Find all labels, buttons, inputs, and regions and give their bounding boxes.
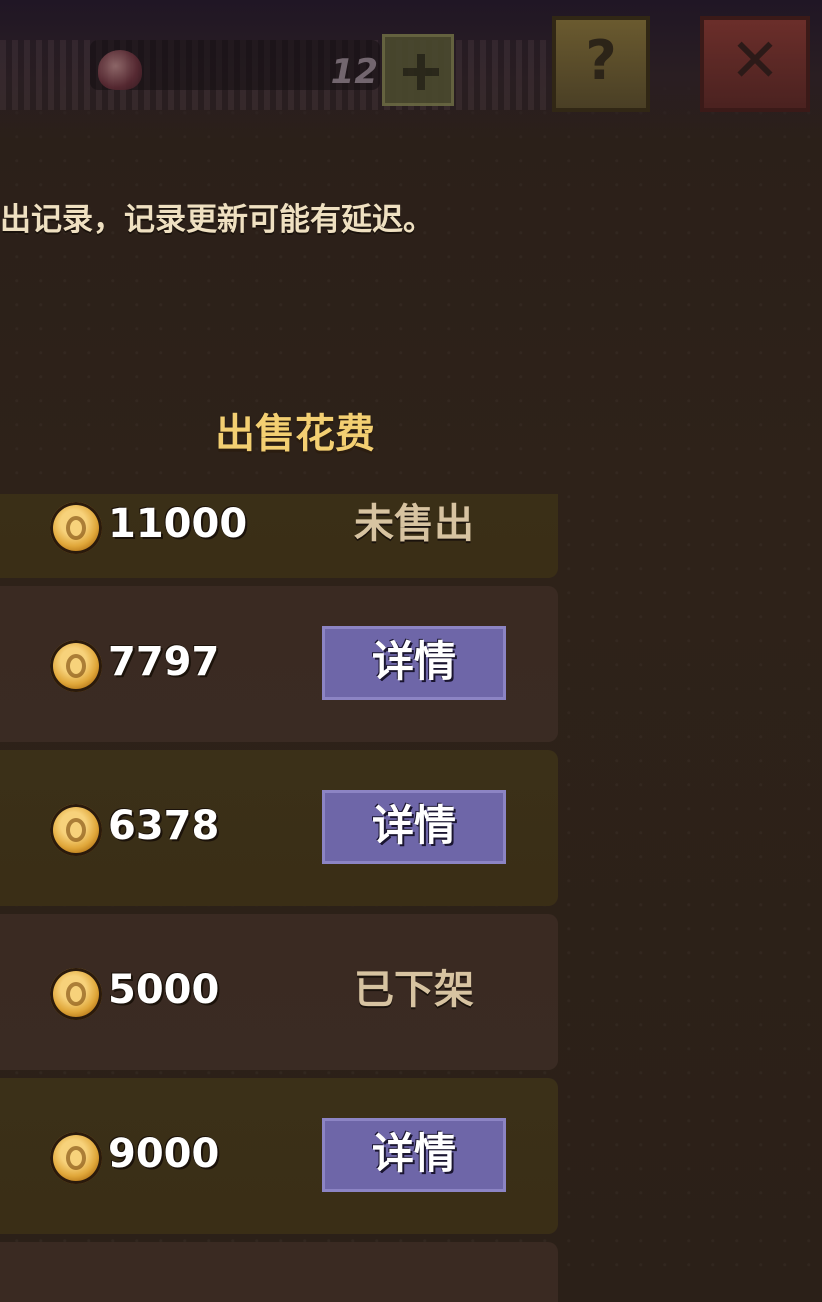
- heart-icon: [98, 50, 142, 90]
- help-button[interactable]: ?: [552, 16, 650, 112]
- list-item: 7797 详情: [0, 586, 558, 742]
- sale-record-list[interactable]: 11000 未售出 7797 详情 6378 详情 5000 已下架 9000 …: [0, 494, 560, 1279]
- resource-value: 12: [330, 52, 378, 92]
- coin-icon: [50, 502, 102, 554]
- list-item-partial: [0, 1242, 558, 1302]
- details-button[interactable]: 详情: [322, 626, 506, 700]
- price-value: 11000: [108, 501, 248, 547]
- close-button[interactable]: ✕: [700, 16, 810, 112]
- coin-icon: [50, 640, 102, 692]
- price-value: 6378: [108, 803, 220, 849]
- details-button[interactable]: 详情: [322, 790, 506, 864]
- top-bar: 12 ? ✕: [0, 0, 822, 140]
- list-item: 6378 详情: [0, 750, 558, 906]
- details-button[interactable]: 详情: [322, 1118, 506, 1192]
- list-item: 9000 详情: [0, 1078, 558, 1234]
- price-value: 5000: [108, 967, 220, 1013]
- status-text: 已下架: [354, 967, 474, 1013]
- price-value: 7797: [108, 639, 220, 685]
- cost-column-header: 出售花费: [215, 411, 375, 457]
- coin-icon: [50, 1132, 102, 1184]
- notice-text: 出记录，记录更新可能有延迟。: [0, 202, 434, 238]
- coin-icon: [50, 804, 102, 856]
- status-text: 未售出: [354, 501, 474, 547]
- coin-icon: [50, 968, 102, 1020]
- list-item: 5000 已下架: [0, 914, 558, 1070]
- list-item: 11000 未售出: [0, 494, 558, 578]
- add-resource-button[interactable]: [382, 34, 454, 106]
- price-value: 9000: [108, 1131, 220, 1177]
